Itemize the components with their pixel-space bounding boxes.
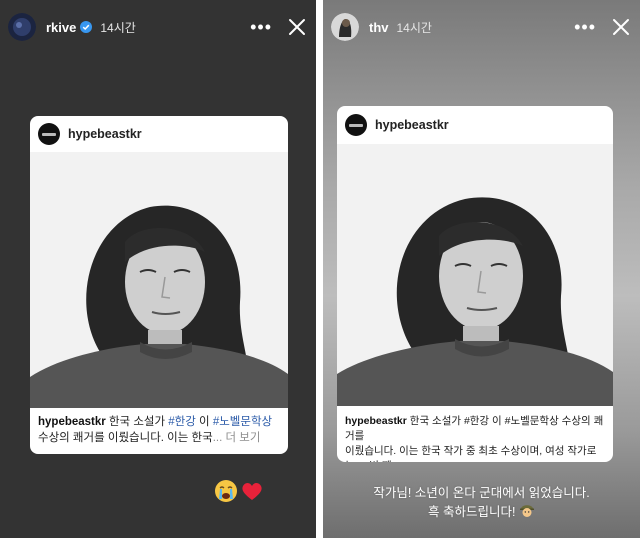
story-header: thv 14시간 •••	[331, 10, 630, 44]
avatar[interactable]	[8, 13, 36, 41]
post-account-name[interactable]: hypebeastkr	[375, 118, 449, 132]
message-line: 작가님! 소년이 온다 군대에서 읽었습니다.	[373, 486, 590, 500]
post-header: hypebeastkr	[30, 116, 288, 152]
caption-text: 한국 소설가	[105, 416, 169, 428]
story-text-message: 작가님! 소년이 온다 군대에서 읽었습니다. 흑 축하드립니다!	[323, 484, 640, 523]
caption-text: 이	[489, 415, 505, 427]
story-panel-rkive[interactable]: rkive 14시간 ••• hypebeastkr hypebeastkr 한…	[0, 0, 316, 538]
shared-post-card[interactable]: hypebeastkr hypebeastkr 한국 소설가 #한강 이 #노벨…	[30, 116, 288, 454]
shared-post-card[interactable]: hypebeastkr hypebeastkr 한국 소설가 #한강 이 #노벨…	[337, 106, 613, 462]
red-heart-emoji	[240, 479, 264, 508]
story-username[interactable]: rkive	[46, 20, 76, 35]
hashtag-link[interactable]: #노벨문학상	[213, 416, 272, 428]
post-caption: hypebeastkr 한국 소설가 #한강 이 #노벨문학상 수상의 쾌거를 이…	[30, 408, 288, 446]
crying-face-emoji	[214, 479, 238, 508]
emoji-stickers	[214, 479, 264, 508]
post-header: hypebeastkr	[337, 106, 613, 144]
more-options-icon[interactable]: •••	[250, 18, 272, 36]
story-timestamp: 14시간	[100, 20, 136, 35]
more-options-icon[interactable]: •••	[574, 18, 596, 36]
hashtag-link[interactable]: #한강	[168, 416, 196, 428]
story-header: rkive 14시간 •••	[8, 10, 306, 44]
post-account-name[interactable]: hypebeastkr	[68, 127, 142, 141]
post-photo	[337, 144, 613, 406]
post-caption: hypebeastkr 한국 소설가 #한강 이 #노벨문학상 수상의 쾌거를 이…	[337, 406, 613, 462]
caption-username[interactable]: hypebeastkr	[38, 416, 106, 428]
close-icon[interactable]	[288, 18, 306, 36]
caption-text: 한국 소설가	[406, 415, 464, 427]
caption-username[interactable]: hypebeastkr	[345, 415, 407, 427]
close-icon[interactable]	[612, 18, 630, 36]
message-line: 흑 축하드립니다!	[428, 504, 516, 519]
post-photo	[30, 152, 288, 408]
hashtag-link[interactable]: #한강	[464, 415, 489, 427]
caption-text: 이	[195, 416, 213, 428]
soldier-face-emoji	[519, 502, 535, 523]
caption-text: 이뤘습니다. 이는 한국 작가 중 최초 수상이며, 여성 작가로는 18번 째…	[345, 445, 597, 462]
caption-text: 수상의 쾌거를 이뤘습니다. 이는 한국	[38, 432, 213, 444]
hypebeast-logo	[345, 114, 367, 136]
hashtag-link[interactable]: #노벨문학상	[505, 415, 559, 427]
story-username[interactable]: thv	[369, 20, 389, 35]
see-more-link[interactable]: ... 더 보기	[213, 432, 261, 444]
story-timestamp: 14시간	[396, 20, 432, 35]
verified-badge-icon	[80, 21, 93, 33]
avatar[interactable]	[331, 13, 359, 41]
story-panel-thv[interactable]: thv 14시간 ••• hypebeastkr hypebeastkr 한국 …	[323, 0, 640, 538]
panel-divider	[316, 0, 323, 538]
hypebeast-logo	[38, 123, 60, 145]
